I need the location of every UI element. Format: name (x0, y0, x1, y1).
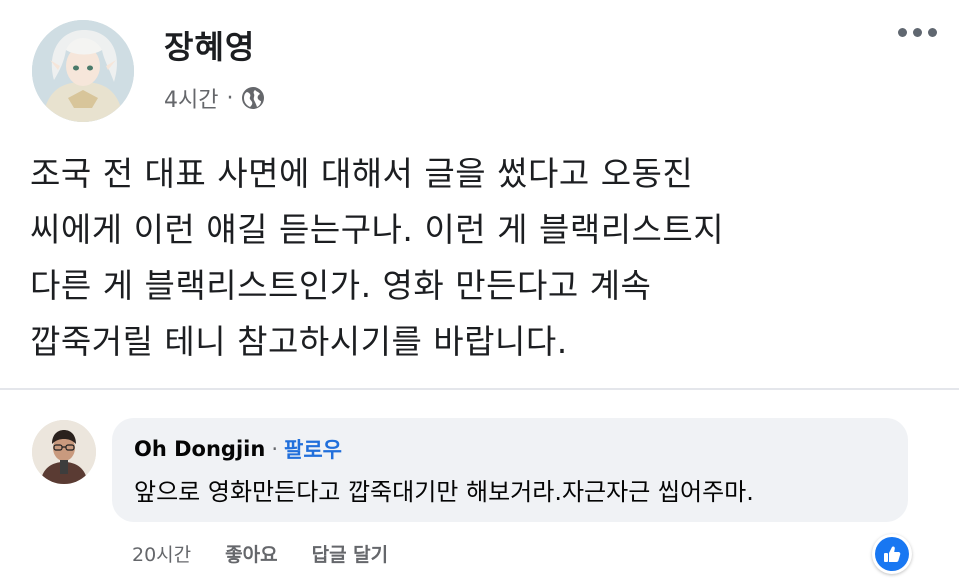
reaction-badge[interactable] (872, 534, 912, 574)
commenter-avatar[interactable] (32, 420, 96, 484)
comment-bubble: Oh Dongjin · 팔로우 앞으로 영화만든다고 깝죽대기만 해보거라.자… (112, 418, 908, 522)
commenter-line: Oh Dongjin · 팔로우 (134, 434, 342, 464)
thumbs-up-icon (875, 537, 909, 571)
author-avatar-image (32, 20, 134, 122)
follow-button[interactable]: 팔로우 (284, 434, 342, 464)
comment-actions: 20시간 좋아요 답글 달기 (132, 540, 388, 567)
post-body-line: 깝죽거릴 테니 참고하시기를 바랍니다. (30, 322, 568, 361)
like-button[interactable]: 좋아요 (225, 540, 277, 567)
post-body-line: 씨에게 이런 얘길 듣는구나. 이런 게 블랙리스트지 (30, 210, 725, 249)
commenter-avatar-image (32, 420, 96, 484)
post-body-line: 다른 게 블랙리스트인가. 영화 만든다고 계속 (30, 266, 652, 305)
commenter-name[interactable]: Oh Dongjin (134, 437, 265, 461)
author-avatar[interactable] (32, 20, 134, 122)
post-body-line: 조국 전 대표 사면에 대해서 글을 썼다고 오동진 (30, 154, 694, 193)
reply-button[interactable]: 답글 달기 (312, 540, 389, 567)
comment-timestamp[interactable]: 20시간 (132, 540, 191, 567)
post-meta: 4시간 · (164, 82, 265, 114)
facebook-post: 장혜영 4시간 · 조국 전 대표 사면에 대해서 글을 썼다고 오동진 씨에게… (0, 0, 959, 578)
post-timestamp[interactable]: 4시간 (164, 82, 218, 114)
globe-icon (241, 86, 265, 110)
comment-text: 앞으로 영화만든다고 깝죽대기만 해보거라.자근자근 씹어주마. (134, 478, 754, 506)
section-divider (0, 388, 959, 390)
author-name[interactable]: 장혜영 (164, 22, 255, 68)
post-body: 조국 전 대표 사면에 대해서 글을 썼다고 오동진 씨에게 이런 얘길 듣는구… (30, 146, 910, 370)
name-separator: · (271, 437, 278, 461)
more-options-icon[interactable] (898, 28, 937, 37)
meta-separator: · (226, 85, 234, 111)
